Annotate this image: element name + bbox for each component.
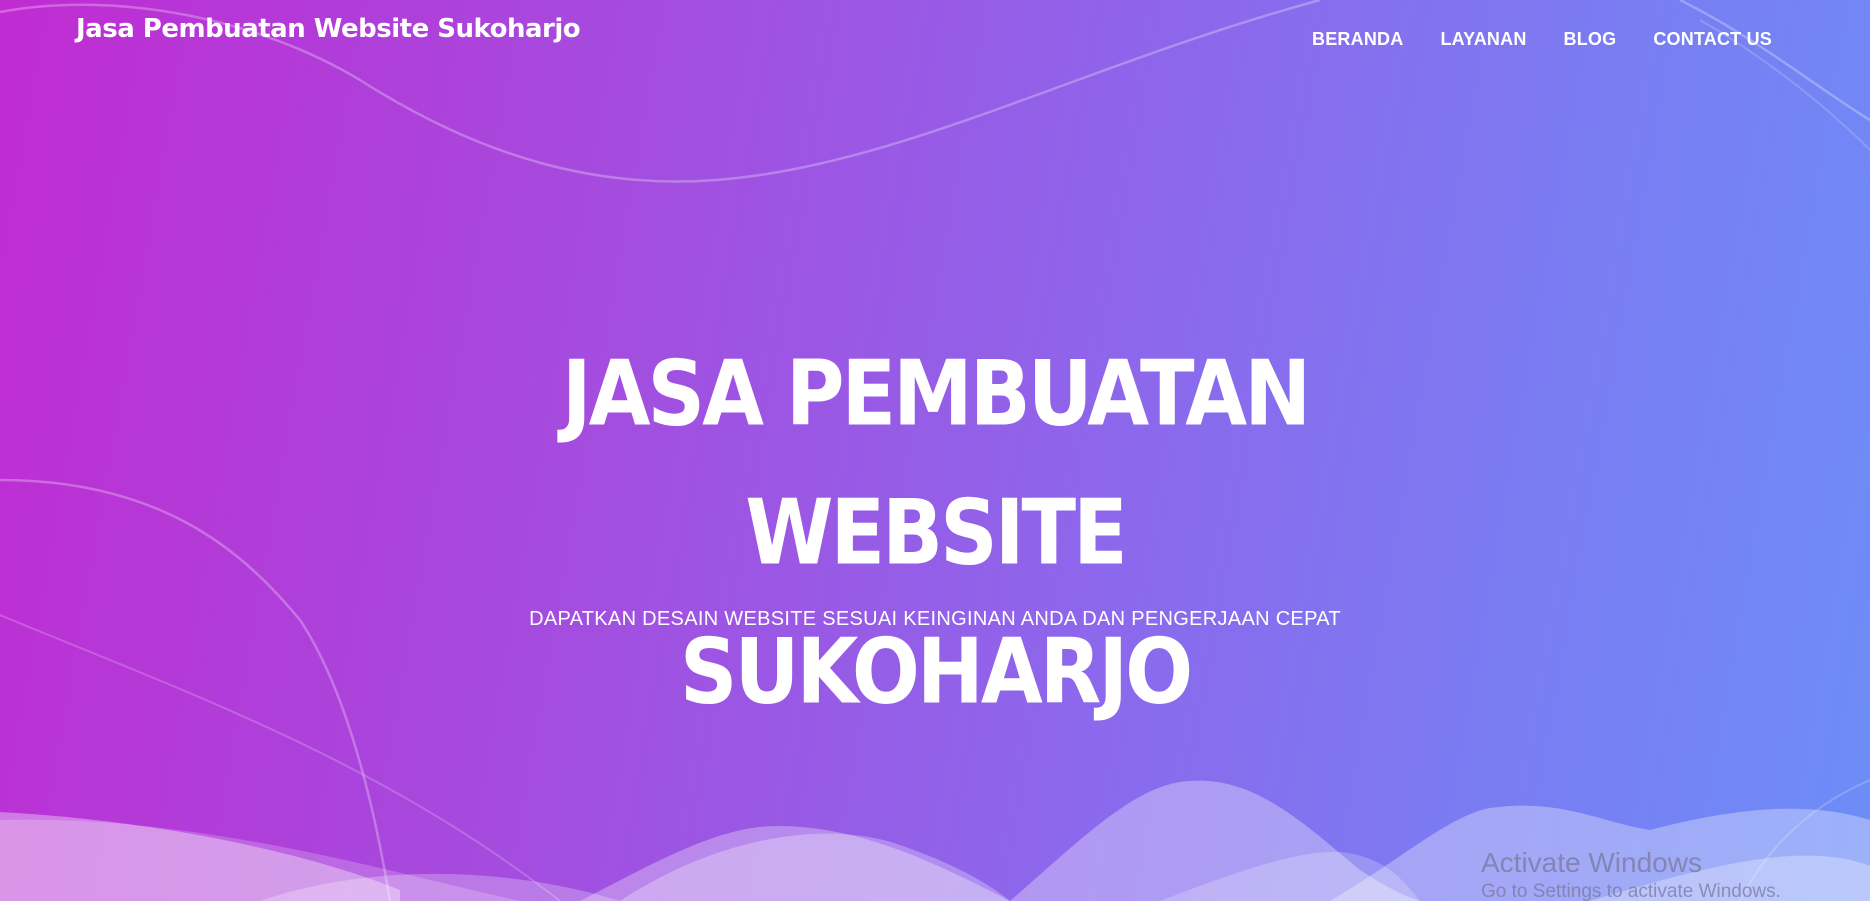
- watermark-title: Activate Windows: [1481, 847, 1702, 878]
- main-navbar: Jasa Pembuatan Website Sukoharjo BERANDA…: [0, 0, 1870, 70]
- hero-title: JASA PEMBUATAN WEBSITE SUKOHARJO: [385, 325, 1485, 742]
- nav-link-layanan[interactable]: LAYANAN: [1440, 29, 1526, 49]
- nav-item-beranda: BERANDA: [1312, 29, 1403, 50]
- nav-link-blog[interactable]: BLOG: [1564, 29, 1617, 49]
- hero-title-line-1: JASA PEMBUATAN WEBSITE: [561, 341, 1311, 585]
- nav-item-contact-us: CONTACT US: [1653, 29, 1772, 50]
- windows-activation-watermark: Activate Windows Go to Settings to activ…: [1481, 846, 1781, 901]
- hero-title-line-2: SUKOHARJO: [679, 619, 1193, 724]
- watermark-subtitle: Go to Settings to activate Windows.: [1481, 881, 1781, 901]
- site-brand-link[interactable]: Jasa Pembuatan Website Sukoharjo: [76, 14, 581, 44]
- nav-item-layanan: LAYANAN: [1440, 29, 1526, 50]
- nav-menu: BERANDA LAYANAN BLOG CONTACT US: [1312, 29, 1772, 50]
- hero-subtitle: DAPATKAN DESAIN WEBSITE SESUAI KEINGINAN…: [529, 608, 1341, 630]
- nav-link-beranda[interactable]: BERANDA: [1312, 29, 1403, 49]
- hero-section: Jasa Pembuatan Website Sukoharjo BERANDA…: [0, 0, 1870, 901]
- nav-link-contact-us[interactable]: CONTACT US: [1653, 29, 1772, 49]
- nav-item-blog: BLOG: [1564, 29, 1617, 50]
